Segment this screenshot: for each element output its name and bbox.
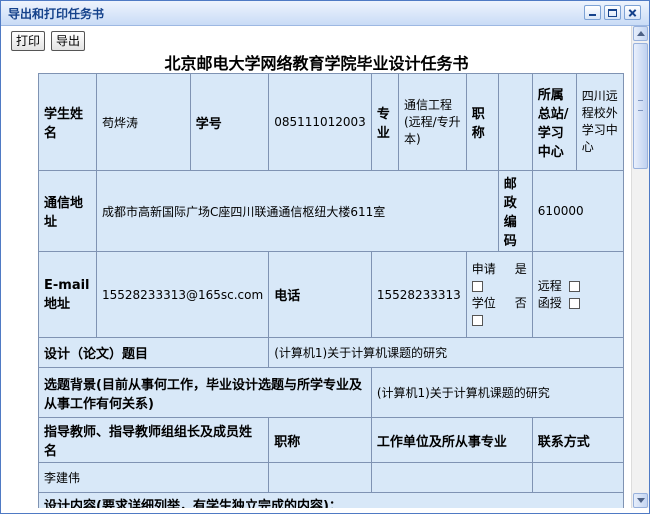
email-value: 15528233313@165sc.com	[95, 251, 270, 338]
table-row: 李建伟	[37, 462, 624, 493]
postcode-label: 邮政编码	[497, 170, 533, 252]
background-label: 选题背景(目前从事何工作，毕业设计选题与所学专业及从事工作有何关系)	[38, 367, 372, 418]
window-title: 导出和打印任务书	[8, 7, 105, 21]
remote-checkbox[interactable]	[569, 280, 581, 292]
topic-value: (计算机1)关于计算机课题的研究	[268, 337, 624, 368]
task-form-table: 学生姓名 苟烨涛 学号 085111012003 专业 通信工程(远程/专升本)…	[37, 73, 624, 508]
work-unit-value	[370, 462, 533, 493]
advisor-title-label: 职称	[268, 417, 372, 463]
title-bar: 导出和打印任务书	[1, 1, 649, 26]
advisor-name-value: 李建伟	[37, 462, 270, 493]
student-name-value: 苟烨涛	[96, 73, 191, 171]
degree-apply-text: 申请	[471, 261, 496, 276]
student-id-label: 学号	[189, 73, 270, 171]
title-label: 职称	[465, 73, 499, 171]
scroll-thumb[interactable]	[633, 43, 648, 169]
advisor-title-value	[268, 462, 372, 493]
phone-value: 15528233313	[370, 251, 467, 338]
maximize-icon[interactable]	[604, 5, 621, 20]
correspondence-checkbox[interactable]	[569, 297, 581, 309]
station-value: 四川远程校外学习中心	[575, 73, 624, 171]
minimize-icon[interactable]	[584, 5, 601, 20]
work-unit-label: 工作单位及所从事专业	[370, 417, 533, 463]
station-label: 所属总站/学习中心	[531, 73, 577, 171]
table-row: E-mail地址 15528233313@165sc.com 电话 155282…	[38, 251, 624, 338]
design-content-label: 设计内容(要求详细列举，有学生独立完成的内容)：	[38, 492, 624, 508]
study-mode-cell: 远程 函授	[531, 251, 624, 338]
remote-text: 远程	[537, 278, 562, 293]
vertical-scrollbar[interactable]	[631, 26, 649, 508]
document-title: 北京邮电大学网络教育学院毕业设计任务书	[164, 54, 469, 73]
topic-label: 设计（论文）题目	[37, 337, 270, 368]
postcode-value: 610000	[531, 170, 624, 252]
table-row: 选题背景(目前从事何工作，毕业设计选题与所学专业及从事工作有何关系) (计算机1…	[38, 367, 624, 418]
correspondence-text: 函授	[537, 295, 562, 310]
table-row: 指导教师、指导教师组组长及成员姓名 职称 工作单位及所从事专业 联系方式	[37, 417, 624, 463]
major-label: 专业	[370, 73, 399, 171]
degree-yes-checkbox[interactable]	[471, 280, 483, 292]
table-row: 通信地址 成都市高新国际广场C座四川联通通信枢纽大楼611室 邮政编码 6100…	[38, 170, 624, 252]
address-value: 成都市高新国际广场C座四川联通通信枢纽大楼611室	[96, 170, 499, 252]
export-button[interactable]: 导出	[51, 31, 85, 51]
student-name-label: 学生姓名	[38, 73, 97, 171]
document-view: 打印 导出 北京邮电大学网络教育学院毕业设计任务书 学生姓名 苟烨涛 学号 08…	[2, 26, 631, 508]
table-row: 设计内容(要求详细列举，有学生独立完成的内容)：	[38, 492, 624, 508]
phone-label: 电话	[268, 251, 372, 338]
close-icon[interactable]	[624, 5, 641, 20]
major-value: 通信工程(远程/专升本)	[397, 73, 467, 171]
task-book-window: 导出和打印任务书 打印 导出 北京邮电大学网络教育学院毕业设计任务书 学生姓名 …	[0, 0, 650, 514]
degree-no-checkbox[interactable]	[471, 314, 483, 326]
scroll-up-icon[interactable]	[633, 26, 648, 41]
background-value: (计算机1)关于计算机课题的研究	[370, 367, 624, 418]
table-row: 设计（论文）题目 (计算机1)关于计算机课题的研究	[37, 337, 624, 368]
degree-cell: 申请 是 学位 否	[465, 251, 533, 338]
degree-yes-text: 是	[514, 261, 527, 276]
title-value	[497, 73, 533, 171]
contact-label: 联系方式	[531, 417, 624, 463]
advisor-label: 指导教师、指导教师组组长及成员姓名	[37, 417, 270, 463]
degree-text: 学位	[471, 295, 496, 310]
address-label: 通信地址	[38, 170, 97, 252]
student-id-value: 085111012003	[268, 73, 372, 171]
degree-no-text: 否	[514, 295, 527, 310]
contact-value	[531, 462, 624, 493]
table-row: 学生姓名 苟烨涛 学号 085111012003 专业 通信工程(远程/专升本)…	[38, 73, 624, 171]
email-label: E-mail地址	[38, 251, 97, 338]
scroll-down-icon[interactable]	[633, 493, 648, 508]
print-button[interactable]: 打印	[11, 31, 45, 51]
